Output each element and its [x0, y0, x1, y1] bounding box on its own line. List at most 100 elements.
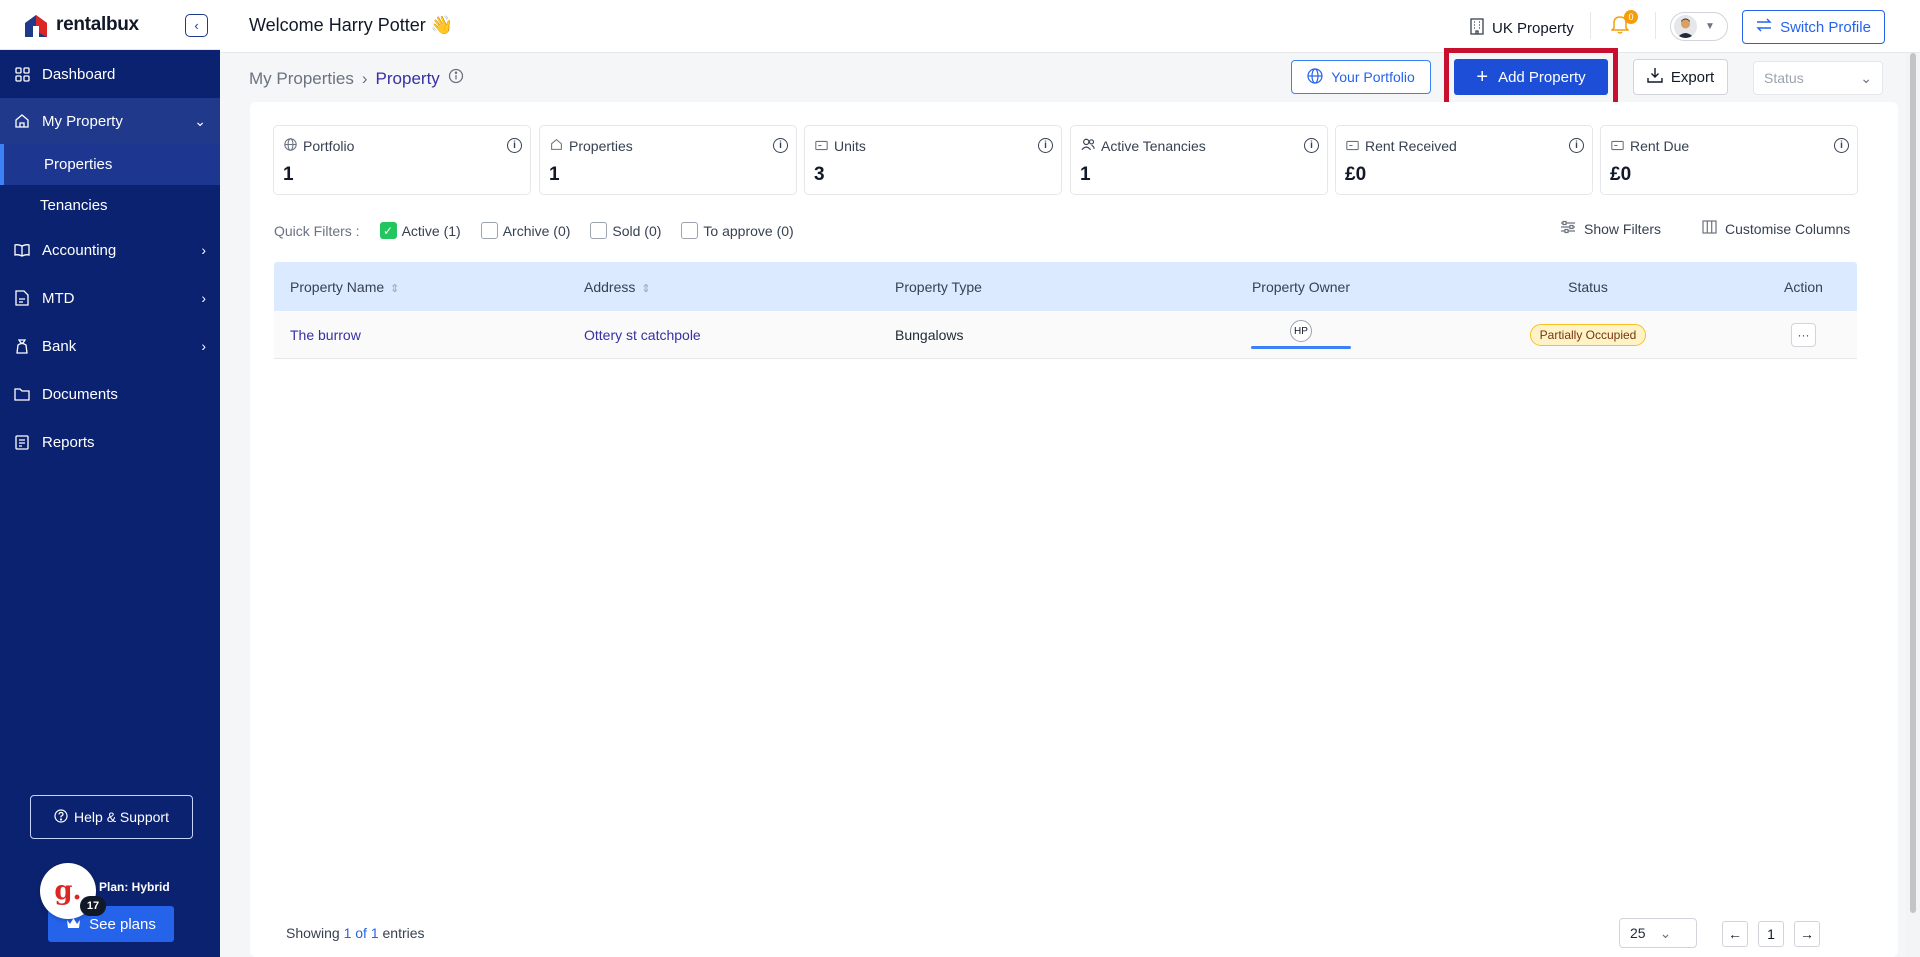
sidebar-item-mtd[interactable]: MTD ›: [0, 274, 220, 322]
avatar: [1674, 15, 1697, 38]
sidebar-item-label: Bank: [42, 337, 77, 355]
checkbox[interactable]: [590, 222, 608, 239]
plan-label: Plan: Hybrid: [99, 880, 170, 894]
property-name-link[interactable]: The burrow: [290, 327, 361, 343]
filter-sold[interactable]: Sold (0): [590, 222, 661, 239]
grid-icon: [14, 66, 30, 82]
breadcrumb-parent[interactable]: My Properties: [249, 69, 354, 89]
folder-icon: [14, 386, 30, 402]
column-header-action: Action: [1784, 278, 1823, 295]
question-circle-icon: [54, 808, 68, 826]
sidebar-item-documents[interactable]: Documents: [0, 370, 220, 418]
profile-menu[interactable]: ▼: [1670, 12, 1728, 41]
status-select[interactable]: Status ⌄: [1753, 61, 1883, 95]
switch-profile-button[interactable]: Switch Profile: [1742, 10, 1885, 44]
see-plans-label: See plans: [89, 915, 156, 933]
caret-down-icon: ▼: [1705, 21, 1715, 32]
info-icon[interactable]: i: [1304, 138, 1319, 153]
sidebar: rentalbux ‹ Dashboard My Property ⌄ Prop…: [0, 0, 220, 957]
your-portfolio-button[interactable]: Your Portfolio: [1291, 60, 1431, 94]
add-property-label: Add Property: [1498, 68, 1586, 86]
breadcrumb: My Properties › Property: [249, 68, 464, 89]
next-page-button[interactable]: →: [1794, 921, 1820, 947]
chevron-right-icon: ›: [201, 338, 206, 354]
sidebar-item-bank[interactable]: Bank ›: [0, 322, 220, 370]
show-filters-button[interactable]: Show Filters: [1560, 220, 1661, 237]
filter-archive[interactable]: Archive (0): [480, 222, 570, 239]
column-header-address[interactable]: Address ⇕: [568, 279, 879, 295]
download-icon: [1647, 67, 1663, 87]
help-support-button[interactable]: Help & Support: [30, 795, 193, 839]
entries-summary: Showing 1 of 1 entries: [286, 925, 425, 941]
region-selector[interactable]: UK Property: [1468, 17, 1574, 39]
stat-card-rent-received: Rent Received i £0: [1335, 125, 1593, 195]
per-page-select[interactable]: 25 ⌄: [1619, 918, 1697, 948]
region-label: UK Property: [1492, 19, 1574, 37]
g-badge-count: 17: [80, 896, 106, 916]
stat-label: Rent Received: [1365, 138, 1457, 154]
sliders-icon: [1560, 220, 1576, 237]
row-action-menu-button[interactable]: ···: [1791, 322, 1816, 347]
sidebar-item-my-property[interactable]: My Property ⌄: [0, 98, 220, 144]
info-icon[interactable]: i: [1569, 138, 1584, 153]
prev-page-button[interactable]: ←: [1722, 921, 1748, 947]
sidebar-item-reports[interactable]: Reports: [0, 418, 220, 466]
column-header-label: Property Name: [290, 278, 385, 295]
report-icon: [14, 434, 30, 450]
column-header-status: Status: [1568, 278, 1608, 295]
sidebar-item-label: Dashboard: [42, 65, 116, 83]
status-placeholder: Status: [1764, 70, 1804, 86]
filter-to-approve[interactable]: To approve (0): [681, 222, 794, 239]
collapse-sidebar-button[interactable]: ‹: [185, 14, 208, 37]
sidebar-subitem-properties[interactable]: Properties: [0, 144, 220, 185]
arrow-right-icon: →: [1800, 926, 1814, 942]
info-icon[interactable]: i: [1834, 138, 1849, 153]
sort-icon[interactable]: ⇕: [390, 283, 399, 295]
checkbox[interactable]: [480, 222, 498, 239]
plus-icon: +: [1476, 66, 1489, 88]
column-header-property-type: Property Type: [895, 278, 982, 295]
chevron-down-icon: ⌄: [1659, 924, 1672, 941]
column-header-property-owner: Property Owner: [1251, 278, 1351, 295]
logo-bar: rentalbux ‹: [0, 0, 220, 50]
stat-value: 3: [814, 164, 825, 185]
checkbox[interactable]: [681, 222, 699, 239]
page-number-button[interactable]: 1: [1758, 921, 1784, 947]
checkbox-checked-icon[interactable]: ✓: [379, 222, 397, 239]
chevron-down-icon: ⌄: [1860, 69, 1872, 86]
quick-filters-label: Quick Filters :: [274, 222, 360, 239]
stat-card-portfolio: Portfolio i 1: [273, 125, 531, 195]
home-icon: [14, 113, 30, 129]
header-divider: [1590, 12, 1591, 39]
info-icon[interactable]: i: [507, 138, 522, 153]
file-icon: [14, 290, 30, 306]
info-icon[interactable]: i: [1038, 138, 1053, 153]
arrow-left-icon: ←: [1728, 926, 1742, 942]
export-button[interactable]: Export: [1633, 59, 1728, 95]
add-property-button[interactable]: + Add Property: [1454, 59, 1608, 95]
address-link[interactable]: Ottery st catchpole: [584, 327, 701, 343]
customise-columns-button[interactable]: Customise Columns: [1702, 220, 1850, 237]
sort-icon[interactable]: ⇕: [641, 283, 650, 295]
page-scrollbar[interactable]: [1906, 53, 1920, 957]
sidebar-item-label: MTD: [42, 289, 75, 307]
rentalbux-logo[interactable]: [22, 11, 50, 39]
column-header-property-name[interactable]: Property Name ⇕: [274, 279, 568, 295]
chevron-right-icon: ›: [201, 242, 206, 258]
owner-cell: HP: [1176, 320, 1426, 349]
owner-avatar[interactable]: HP: [1290, 320, 1312, 342]
sidebar-item-dashboard[interactable]: Dashboard: [0, 50, 220, 98]
filter-active[interactable]: ✓ Active (1): [379, 222, 461, 239]
top-header: Welcome Harry Potter 👋 UK Property 0 ▼ S…: [220, 0, 1920, 53]
info-icon[interactable]: [448, 68, 464, 89]
per-page-value: 25: [1630, 925, 1646, 941]
sidebar-subitem-tenancies[interactable]: Tenancies: [0, 185, 220, 226]
scrollbar-thumb[interactable]: [1910, 53, 1916, 913]
info-icon[interactable]: i: [773, 138, 788, 153]
stat-value: £0: [1610, 164, 1632, 185]
sidebar-item-accounting[interactable]: Accounting ›: [0, 226, 220, 274]
users-icon: [1081, 138, 1095, 154]
stat-label: Units: [834, 138, 866, 154]
help-support-label: Help & Support: [74, 809, 169, 825]
properties-table: Property Name ⇕ Address ⇕ Property Type Pr…: [274, 262, 1857, 359]
